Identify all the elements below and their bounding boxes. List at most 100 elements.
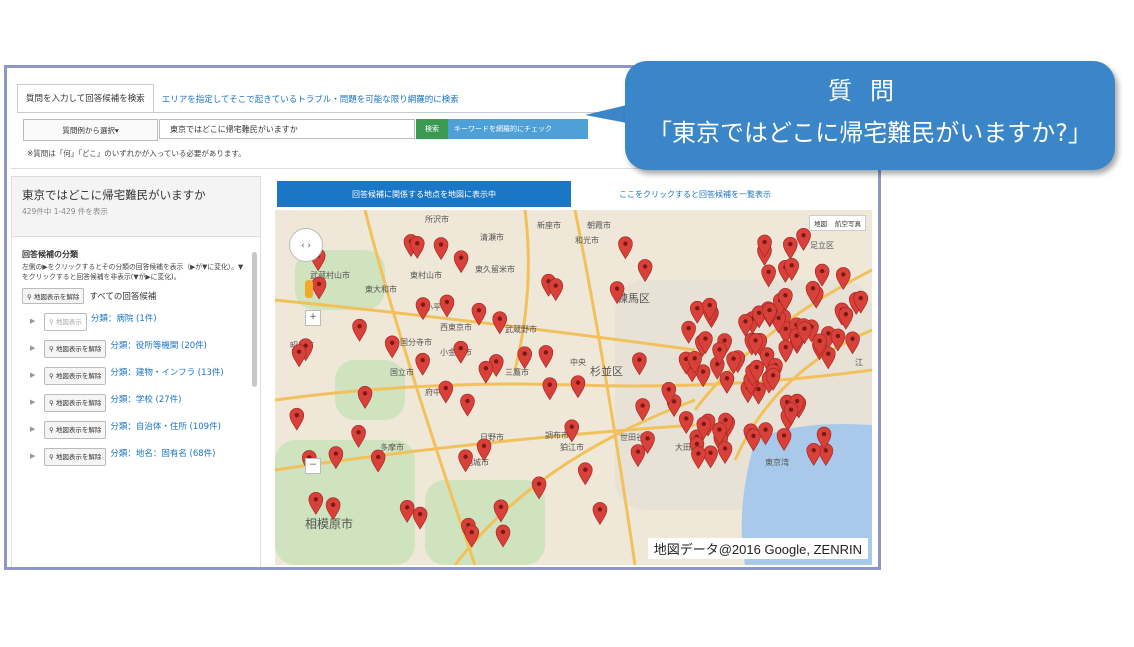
category-map-toggle-button[interactable]: ⚲ 地図表示を解除 bbox=[44, 340, 107, 358]
category-map-toggle-button[interactable]: ⚲ 地図表示を解除 bbox=[44, 448, 107, 466]
map-marker-dot bbox=[724, 376, 730, 381]
map-marker-dot bbox=[583, 467, 588, 472]
callout-question: 「東京ではどこに帰宅難民がいますか?」 bbox=[647, 119, 1093, 147]
expand-triangle-icon[interactable]: ▶ bbox=[30, 340, 44, 354]
category-row[interactable]: ▶ ⚲ 地図表示を解除 分類：役所等機関 (20件) bbox=[22, 340, 250, 358]
map-marker-dot bbox=[850, 336, 855, 341]
search-button[interactable]: 検索 bbox=[416, 119, 448, 139]
expand-triangle-icon[interactable]: ▶ bbox=[30, 421, 44, 435]
map-marker-dot bbox=[443, 385, 449, 391]
map-marker-dot bbox=[753, 338, 758, 343]
map-marker-dot bbox=[763, 427, 768, 432]
map-marker-dot bbox=[671, 399, 677, 404]
category-map-toggle-label: 地図表示 bbox=[55, 318, 82, 326]
map-canvas[interactable]: 所沢市清瀬市新座市 朝霞市和光市武蔵村山市 東村山市東久留米市東大和市練馬区足立区小… bbox=[275, 210, 872, 565]
category-row[interactable]: ▶ ⚲ 地図表示を解除 分類：建物・インフラ (13件) bbox=[22, 367, 250, 385]
map-marker-dot bbox=[498, 504, 504, 510]
all-map-toggle-button[interactable]: ⚲ 地図表示を解除 bbox=[22, 288, 85, 304]
map-marker-dot bbox=[754, 364, 759, 370]
show-list-link[interactable]: ここをクリックすると回答候補を一覧表示 bbox=[619, 189, 771, 200]
map-marker-dot bbox=[762, 239, 767, 245]
category-map-toggle-button[interactable]: ⚲ 地図表示 bbox=[44, 313, 87, 331]
map-marker-dot bbox=[692, 356, 697, 361]
expand-triangle-icon[interactable]: ▶ bbox=[30, 448, 44, 462]
category-label[interactable]: 分類：建物・インフラ (13件) bbox=[110, 367, 223, 379]
category-map-toggle-button[interactable]: ⚲ 地図表示を解除 bbox=[44, 367, 107, 385]
map-marker-dot bbox=[333, 451, 339, 456]
map-marker-dot bbox=[756, 310, 762, 316]
map-marker-dot bbox=[465, 398, 470, 404]
category-map-toggle-label: 地図表示を解除 bbox=[55, 399, 102, 407]
question-note: ※質問は「何」「どこ」のいずれかが入っている必要があります。 bbox=[27, 149, 246, 158]
map-marker-dot bbox=[481, 443, 487, 449]
map-marker-dot bbox=[494, 359, 499, 364]
category-map-toggle-button[interactable]: ⚲ 地図表示を解除 bbox=[44, 421, 107, 439]
map-marker-dot bbox=[776, 315, 781, 321]
category-map-toggle-label: 地図表示を解除 bbox=[55, 372, 102, 380]
category-label[interactable]: 分類：地名：固有名 (68件) bbox=[110, 448, 215, 460]
results-scrollbar[interactable] bbox=[252, 252, 257, 387]
map-marker-dot bbox=[817, 338, 822, 343]
expand-triangle-icon[interactable]: ▶ bbox=[30, 313, 44, 327]
question-input[interactable]: 東京ではどこに帰宅難民がいますか bbox=[159, 119, 415, 139]
expand-triangle-icon[interactable]: ▶ bbox=[30, 394, 44, 408]
category-label[interactable]: 分類：学校 (27件) bbox=[110, 394, 181, 406]
all-candidates-label: すべての回答候補 bbox=[89, 292, 157, 302]
category-label[interactable]: 分類：役所等機関 (20件) bbox=[110, 340, 207, 352]
map-marker-dot bbox=[794, 398, 800, 404]
map-marker-dot bbox=[756, 386, 761, 392]
zoom-in-button[interactable]: + bbox=[305, 310, 321, 326]
map-marker-dot bbox=[789, 263, 794, 268]
map-marker-dot bbox=[522, 351, 527, 356]
category-row[interactable]: ▶ ⚲ 地図表示を解除 分類：学校 (27件) bbox=[22, 394, 250, 412]
keyword-check-button[interactable]: キーワードを網羅的にチェック bbox=[448, 119, 588, 139]
map-marker-dot bbox=[417, 511, 423, 517]
map-marker-dot bbox=[783, 344, 788, 350]
map-marker-dot bbox=[858, 295, 863, 301]
maptype-satellite-button[interactable]: 航空写真 bbox=[831, 216, 865, 230]
category-label[interactable]: 分類：自治体・住所 (109件) bbox=[110, 421, 221, 433]
map-marker-dot bbox=[569, 424, 574, 429]
show-on-map-button[interactable]: 回答候補に関係する地点を地図に表示中 bbox=[277, 181, 571, 207]
zoom-out-button[interactable]: − bbox=[305, 458, 321, 474]
category-map-toggle-button[interactable]: ⚲ 地図表示を解除 bbox=[44, 394, 107, 412]
map-marker-dot bbox=[597, 507, 603, 512]
map-marker-dot bbox=[356, 430, 361, 435]
street-view-pegman-icon[interactable] bbox=[305, 280, 313, 298]
question-example-select[interactable]: 質問例から選択▾ bbox=[23, 119, 158, 141]
tab-area-search[interactable]: エリアを指定してそこで起きているトラブル・問題を可能な限り網羅的に検索 bbox=[154, 86, 467, 112]
map-marker-dot bbox=[801, 233, 806, 238]
maptype-map-button[interactable]: 地図 bbox=[810, 216, 831, 230]
expand-triangle-icon[interactable]: ▶ bbox=[30, 367, 44, 381]
map-marker-dot bbox=[469, 529, 474, 535]
results-header: 東京ではどこに帰宅難民がいますか 429件中 1-429 件を表示 bbox=[12, 177, 260, 237]
map-place-label: 江 bbox=[855, 358, 863, 367]
category-row[interactable]: ▶ ⚲ 地図表示 分類：病院 (1件) bbox=[22, 313, 250, 331]
map-marker-dot bbox=[666, 387, 671, 392]
callout-pointer bbox=[585, 105, 627, 123]
map-marker-dot bbox=[826, 331, 831, 336]
map-marker-dot bbox=[811, 448, 816, 453]
map-type-control: 地図 航空写真 bbox=[809, 215, 866, 231]
map-marker-dot bbox=[476, 307, 482, 313]
category-row[interactable]: ▶ ⚲ 地図表示を解除 分類：自治体・住所 (109件) bbox=[22, 421, 250, 439]
map-marker-dot bbox=[696, 451, 701, 456]
map-marker-dot bbox=[497, 316, 502, 321]
results-panel: 東京ではどこに帰宅難民がいますか 429件中 1-429 件を表示 回答候補の分… bbox=[11, 176, 261, 567]
map-place-label: 東京湾 bbox=[765, 457, 789, 467]
map-marker-dot bbox=[694, 441, 700, 447]
map-place-label: 東村山市 bbox=[410, 270, 442, 280]
map-marker-dot bbox=[415, 241, 420, 246]
category-label[interactable]: 分類：病院 (1件) bbox=[91, 313, 157, 325]
map-marker-dot bbox=[764, 352, 770, 357]
category-title: 回答候補の分類 bbox=[22, 250, 78, 259]
map-marker-dot bbox=[783, 326, 788, 331]
map-place-label: 和光市 bbox=[575, 235, 599, 245]
map-marker-dot bbox=[766, 269, 771, 275]
tab-question-search[interactable]: 質問を入力して回答候補を検索 bbox=[17, 84, 154, 112]
map-marker-dot bbox=[722, 446, 728, 451]
category-row[interactable]: ▶ ⚲ 地図表示を解除 分類：地名：固有名 (68件) bbox=[22, 448, 250, 466]
map-view[interactable]: 所沢市 清瀬市 新座市 朝霞市 和光市 武蔵村山市 東村山市 東久留米市 東大和市 練馬区 足立区小… bbox=[275, 210, 872, 565]
pan-control-icon[interactable]: ‹ › bbox=[289, 228, 323, 262]
map-marker-dot bbox=[835, 333, 841, 339]
